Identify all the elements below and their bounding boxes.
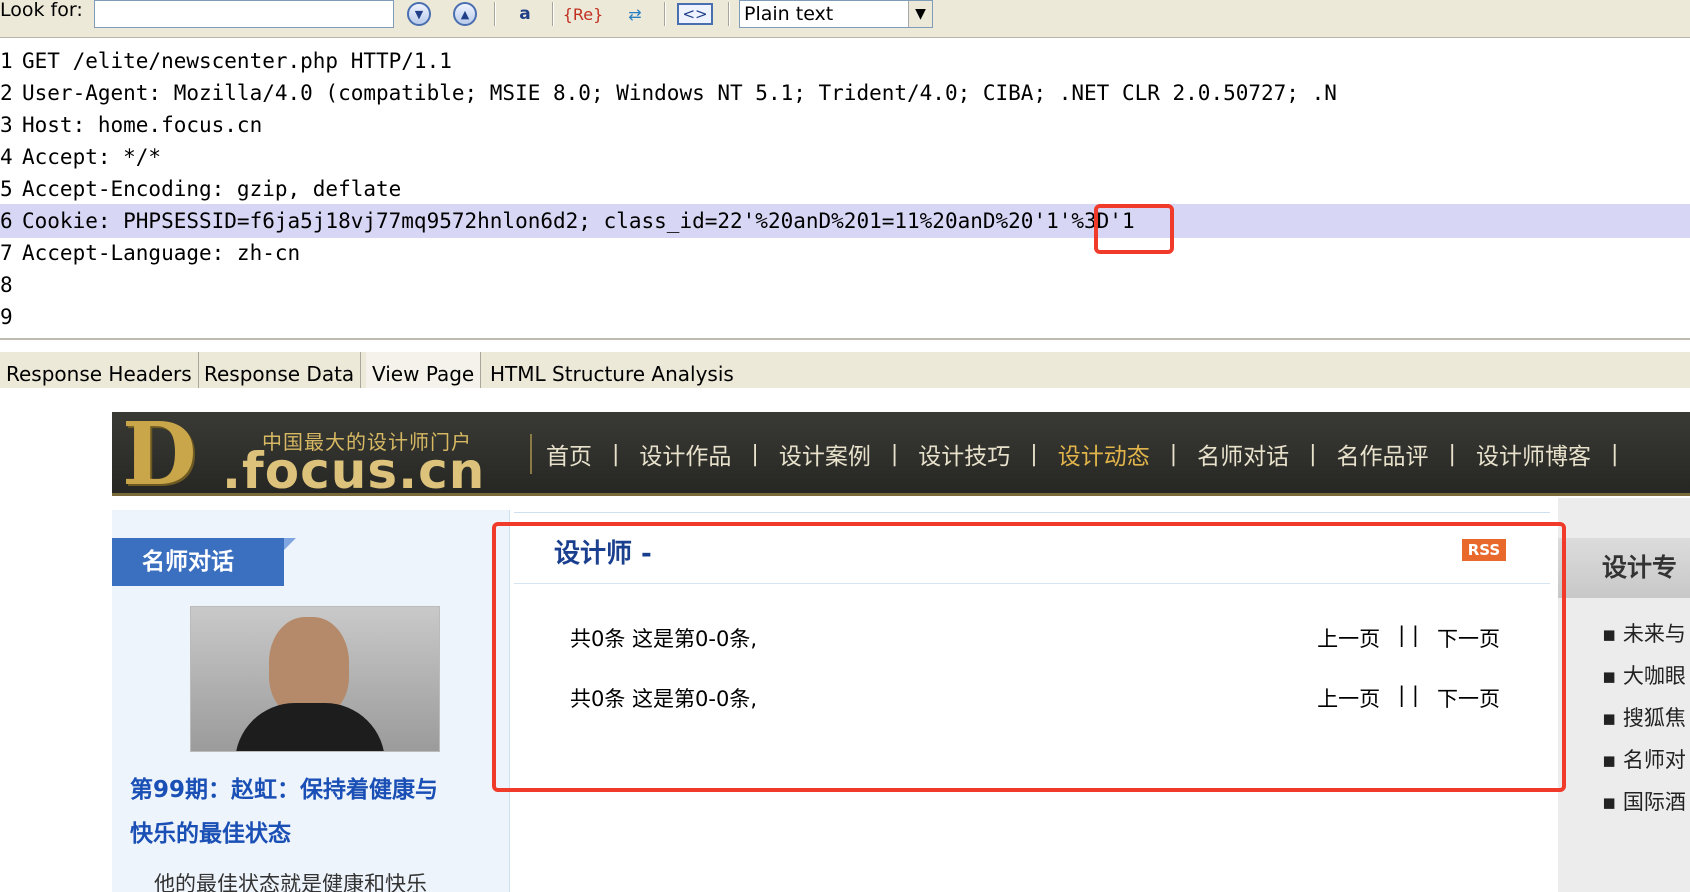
find-down-icon: ▼ xyxy=(407,2,431,26)
toolbar-separator xyxy=(728,2,730,26)
nav-item-designer-blog[interactable]: 设计师博客 xyxy=(1476,437,1591,471)
nav-separator: | xyxy=(1030,441,1038,467)
site-nav: 首页 | 设计作品 | 设计案例 | 设计技巧 | 设计动态 | 名师对话 | … xyxy=(530,434,1638,474)
nav-item-home[interactable]: 首页 xyxy=(546,437,592,471)
nav-separator: | xyxy=(1169,441,1178,467)
section-title: 名师对话 xyxy=(112,538,296,586)
tab-view-page[interactable]: View Page xyxy=(366,352,482,388)
line-text: User-Agent: Mozilla/4.0 (compatible; MSI… xyxy=(22,81,1337,105)
format-select[interactable]: Plain text ▼ xyxy=(739,0,933,28)
right-list-item[interactable]: ▪ 国际酒 xyxy=(1602,786,1686,816)
interview-headline-line2[interactable]: 快乐的最佳状态 xyxy=(130,812,500,856)
replace-icon: ⇄ xyxy=(628,4,642,24)
nav-item-design-works[interactable]: 设计作品 xyxy=(639,437,731,471)
format-select-value: Plain text xyxy=(744,3,834,25)
nav-separator: | xyxy=(1448,441,1456,467)
tab-html-structure-analysis[interactable]: HTML Structure Analysis xyxy=(484,352,740,388)
chevron-down-icon[interactable]: ▼ xyxy=(908,1,932,27)
replace-button[interactable]: ⇄ xyxy=(620,0,650,28)
line-text: Accept: */* xyxy=(22,145,162,169)
search-toolbar: Look for: ▼ ▲ a {Re} ⇄ <> Plain text ▼ xyxy=(0,0,1690,38)
request-line: 4 Accept: */* xyxy=(0,140,1690,174)
nav-separator: | xyxy=(751,441,759,467)
match-case-button[interactable]: a xyxy=(510,0,540,28)
tab-response-headers[interactable]: Response Headers xyxy=(0,352,199,388)
regex-button[interactable]: {Re} xyxy=(563,0,604,28)
line-number: 6 xyxy=(0,209,13,233)
right-list-item[interactable]: ▪ 名师对 xyxy=(1602,744,1686,774)
nav-separator: | xyxy=(612,441,620,467)
toolbar-separator xyxy=(552,2,554,26)
request-editor[interactable]: 1 GET /elite/newscenter.php HTTP/1.1 2 Use… xyxy=(0,42,1690,340)
left-column: 名师对话 第99期：赵虹：保持着健康与 快乐的最佳状态 他的最佳状态就是健康和快… xyxy=(112,510,510,892)
find-up-icon: ▲ xyxy=(453,2,477,26)
nav-item-design-cases[interactable]: 设计案例 xyxy=(779,437,871,471)
match-case-icon: a xyxy=(519,4,531,24)
find-up-button[interactable]: ▲ xyxy=(450,0,480,28)
nav-separator: | xyxy=(1309,441,1317,467)
request-line: 3 Host: home.focus.cn xyxy=(0,108,1690,142)
request-line: 9 xyxy=(0,300,1690,334)
site-logo-letter: D xyxy=(122,404,197,505)
line-text: Cookie: PHPSESSID=f6ja5j18vj77mq9572hnlo… xyxy=(22,209,1135,233)
nav-item-work-review[interactable]: 名作品评 xyxy=(1337,437,1429,471)
find-down-button[interactable]: ▼ xyxy=(404,0,434,28)
look-for-label: Look for: xyxy=(0,0,83,21)
look-for-input[interactable] xyxy=(94,0,394,28)
payload-annotation-box xyxy=(1094,204,1174,254)
line-number: 1 xyxy=(0,49,13,73)
interview-headline-line1[interactable]: 第99期：赵虹：保持着健康与 xyxy=(130,768,500,812)
line-text: Host: home.focus.cn xyxy=(22,113,263,137)
toolbar-separator xyxy=(494,2,496,26)
interview-summary: 他的最佳状态就是健康和快乐 xyxy=(154,872,427,892)
right-section-title: 设计专 xyxy=(1558,538,1690,598)
line-number: 4 xyxy=(0,145,13,169)
toolbar-separator xyxy=(664,2,666,26)
line-text: Accept-Encoding: gzip, deflate xyxy=(22,177,402,201)
nav-item-design-news[interactable]: 设计动态 xyxy=(1058,437,1150,471)
right-list-item[interactable]: ▪ 未来与 xyxy=(1602,618,1686,648)
nav-item-master-dialogue[interactable]: 名师对话 xyxy=(1197,437,1289,471)
line-number: 7 xyxy=(0,241,13,265)
request-line: 1 GET /elite/newscenter.php HTTP/1.1 xyxy=(0,44,1690,78)
line-number: 3 xyxy=(0,113,13,137)
site-header: D 中国最大的设计师门户 .focus.cn 首页 | 设计作品 | 设计案例 … xyxy=(112,404,1690,505)
response-tabs: Response Headers Response Data View Page… xyxy=(0,352,1690,388)
wrap-button[interactable]: <> xyxy=(677,0,713,28)
request-line: 5 Accept-Encoding: gzip, deflate xyxy=(0,172,1690,206)
nav-separator: | xyxy=(890,441,899,467)
regex-icon: {Re} xyxy=(562,4,604,24)
request-line: 8 xyxy=(0,268,1690,302)
right-list-item[interactable]: ▪ 搜狐焦 xyxy=(1602,702,1686,732)
line-number: 8 xyxy=(0,273,13,297)
interview-headline[interactable]: 第99期：赵虹：保持着健康与 快乐的最佳状态 xyxy=(130,768,500,856)
line-number: 9 xyxy=(0,305,13,329)
nav-separator: | xyxy=(1610,441,1619,467)
right-column: 设计专 ▪ 未来与 ▪ 大咖眼 ▪ 搜狐焦 ▪ 名师对 ▪ 国际酒 xyxy=(1558,498,1690,892)
line-number: 2 xyxy=(0,81,13,105)
wrap-icon: <> xyxy=(677,3,713,25)
line-text: Accept-Language: zh-cn xyxy=(22,241,301,265)
nav-item-design-tips[interactable]: 设计技巧 xyxy=(918,437,1010,471)
line-text: GET /elite/newscenter.php HTTP/1.1 xyxy=(22,49,452,73)
request-line: 2 User-Agent: Mozilla/4.0 (compatible; MS… xyxy=(0,76,1690,110)
request-line-highlighted: 6 Cookie: PHPSESSID=f6ja5j18vj77mq9572hnl… xyxy=(0,204,1690,238)
request-line: 7 Accept-Language: zh-cn xyxy=(0,236,1690,270)
line-number: 5 xyxy=(0,177,13,201)
result-annotation-box xyxy=(492,522,1566,792)
right-list-item[interactable]: ▪ 大咖眼 xyxy=(1602,660,1686,690)
tab-response-data[interactable]: Response Data xyxy=(198,352,362,388)
site-logo-domain[interactable]: .focus.cn xyxy=(222,442,485,500)
designer-portrait[interactable] xyxy=(190,606,440,752)
